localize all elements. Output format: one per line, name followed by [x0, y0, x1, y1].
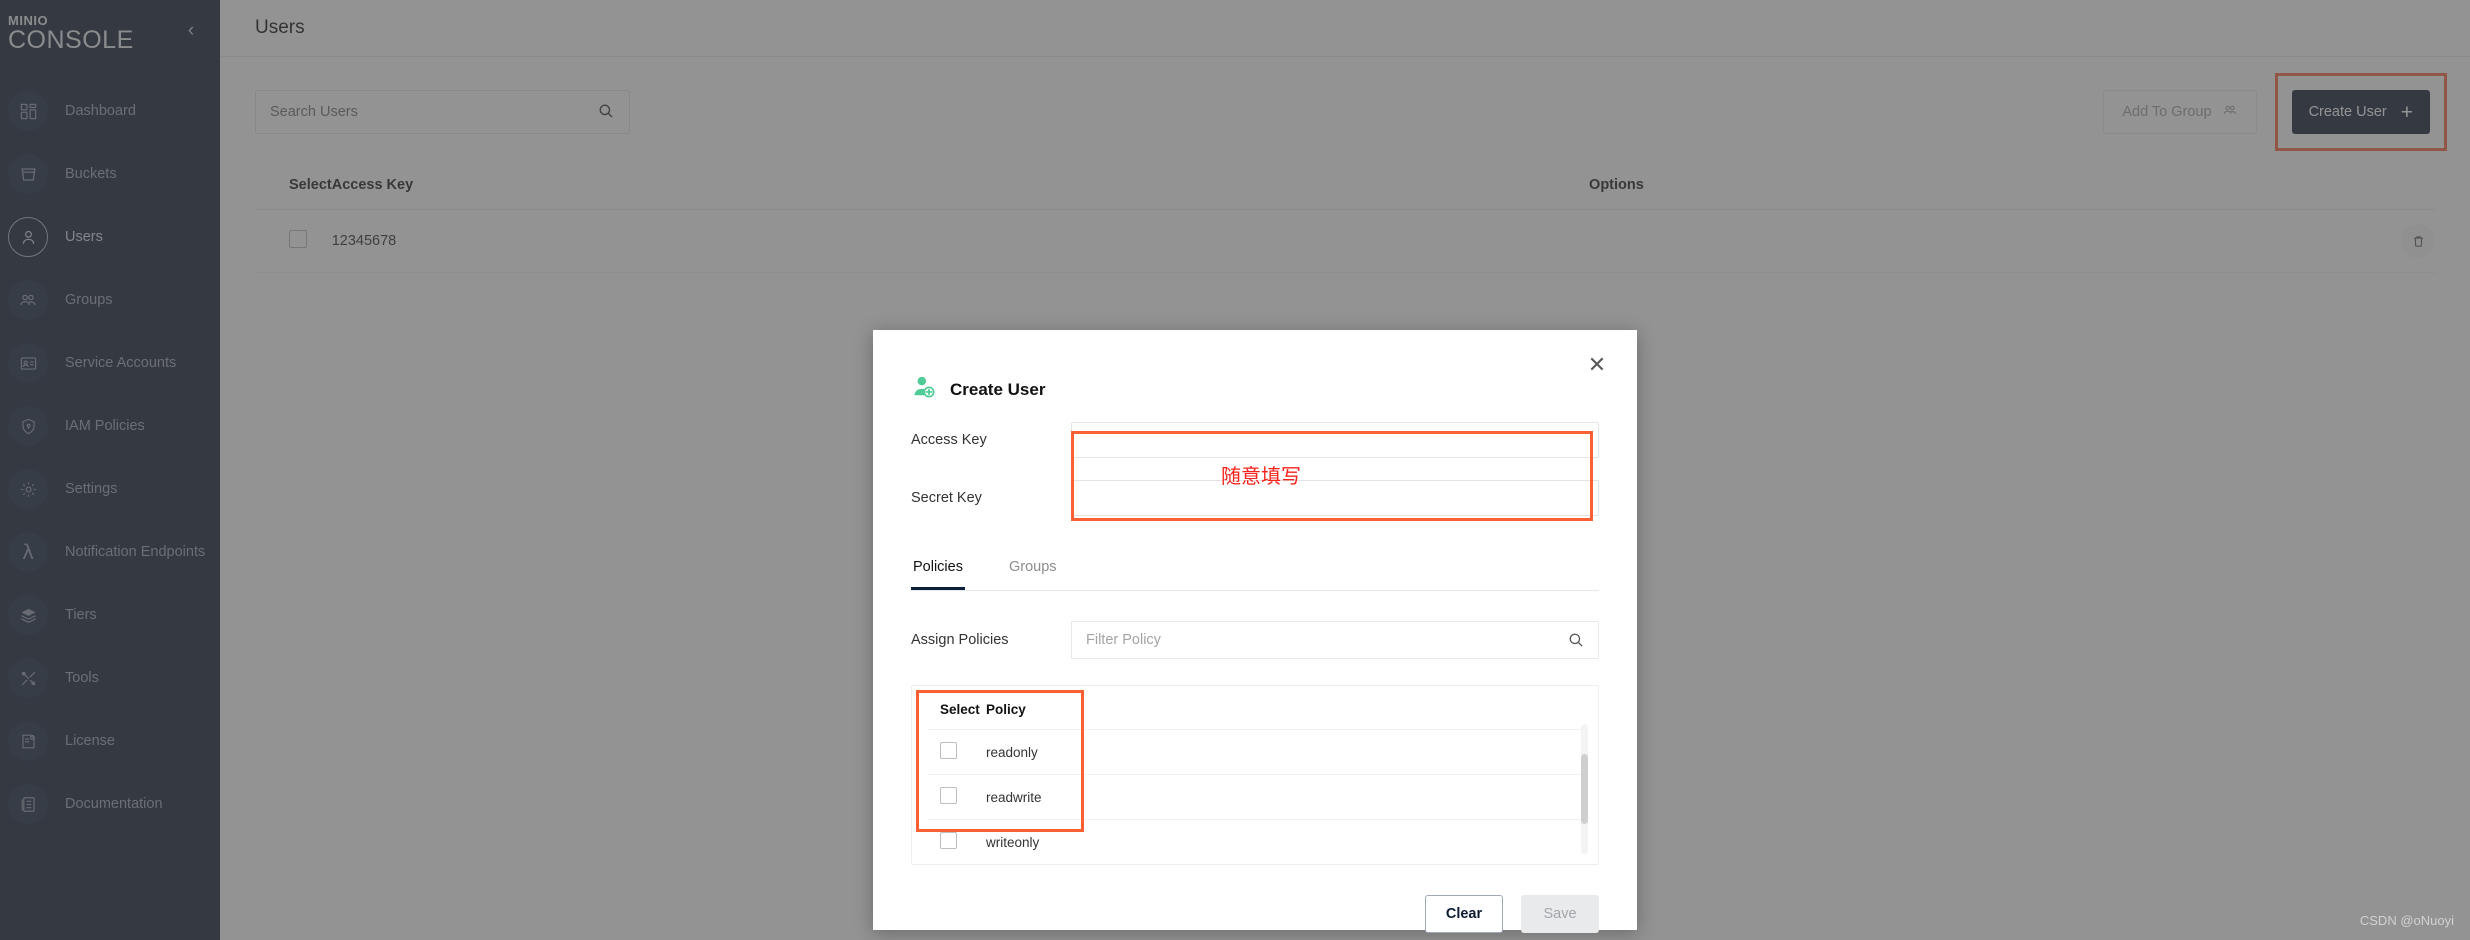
policy-row: readonly: [928, 729, 1582, 775]
assign-policies-label: Assign Policies: [911, 632, 1009, 648]
policy-row: writeonly: [928, 819, 1582, 864]
assign-policies-row: Assign Policies: [911, 621, 1599, 659]
policy-row: readwrite: [928, 774, 1582, 820]
clear-button[interactable]: Clear: [1425, 895, 1503, 933]
filter-policy-field[interactable]: [1071, 621, 1599, 659]
policy-name: readonly: [986, 729, 1582, 775]
close-icon[interactable]: ✕: [1583, 352, 1611, 380]
modal-title: Create User: [950, 379, 1046, 399]
policy-checkbox[interactable]: [940, 787, 957, 804]
policy-select-cell: [928, 729, 986, 775]
policy-checkbox[interactable]: [940, 742, 957, 759]
access-key-row: Access Key: [911, 415, 1599, 465]
modal-tabs: Policies Groups: [911, 559, 1599, 591]
policy-name: readwrite: [986, 774, 1582, 820]
access-key-input[interactable]: [1071, 422, 1599, 458]
policy-column-policy: Policy: [986, 702, 1026, 717]
secret-key-row: Secret Key: [911, 473, 1599, 523]
create-user-modal: ✕ Create User 随意填写 Access Key Secret Key…: [873, 330, 1637, 933]
secret-key-label: Secret Key: [911, 490, 982, 506]
tab-groups[interactable]: Groups: [1007, 559, 1059, 590]
policy-column-select: Select: [940, 702, 980, 717]
user-add-icon: [911, 374, 937, 405]
modal-actions: Clear Save: [911, 895, 1599, 933]
policy-header-row: Select Policy: [928, 698, 1582, 730]
filter-policy-input[interactable]: [1072, 622, 1598, 658]
policy-checkbox[interactable]: [940, 832, 957, 849]
policy-table: Select Policy readonly readwrite writeon…: [928, 698, 1582, 864]
tab-policies[interactable]: Policies: [911, 559, 965, 590]
modal-header: Create User: [911, 374, 1599, 405]
search-icon: [1567, 631, 1585, 654]
policy-name: writeonly: [986, 819, 1582, 864]
policy-select-cell: [928, 819, 986, 864]
policy-list-panel: 权限 Select Policy readonly: [911, 685, 1599, 865]
access-key-label: Access Key: [911, 432, 987, 448]
policy-select-cell: [928, 774, 986, 820]
secret-key-input[interactable]: [1071, 480, 1599, 516]
save-button: Save: [1521, 895, 1599, 933]
policy-scrollbar-thumb[interactable]: [1581, 754, 1588, 824]
